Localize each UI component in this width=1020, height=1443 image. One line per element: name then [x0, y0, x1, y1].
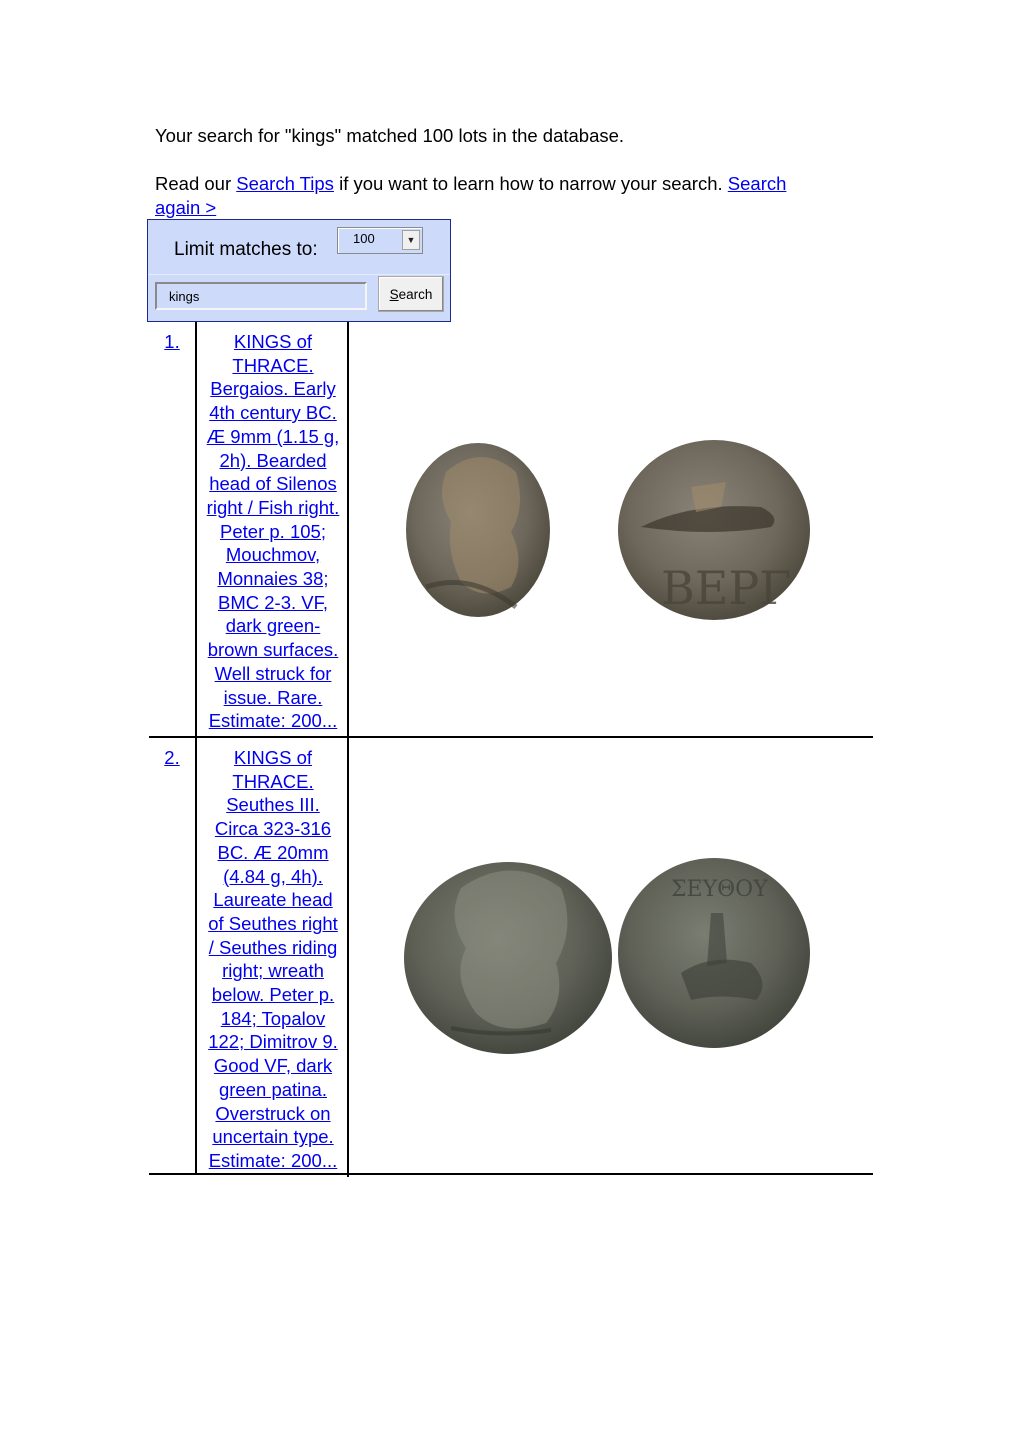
description-line: Good VF, dark	[213, 1055, 333, 1077]
description-line: Circa 323-316	[214, 818, 332, 840]
description-line: of Seuthes right	[208, 912, 338, 934]
description-line: THRACE.	[232, 354, 314, 376]
description-line: Monnaies 38;	[217, 568, 329, 590]
lot-number-cell: 1.	[149, 322, 197, 736]
description-line: below. Peter p.	[211, 984, 335, 1006]
description-line: Seuthes III.	[226, 794, 320, 816]
description-line: 184; Topalov	[220, 1007, 326, 1029]
table-row: 2. KINGS of THRACE. Seuthes III. Circa 323-…	[149, 738, 873, 1177]
lot-description-cell: KINGS of THRACE. Bergaios. Early 4th centur…	[199, 322, 349, 737]
coin-obverse-silenos-head-icon	[406, 443, 550, 617]
results-table: 1. KINGS of THRACE. Bergaios. Early 4th cen…	[149, 322, 873, 1177]
description-line: Estimate: 200...	[208, 710, 338, 732]
coin-reverse-fish-icon: ΒΕΡΓ	[618, 440, 810, 620]
description-line: issue. Rare.	[223, 686, 323, 708]
search-button-accel: S	[389, 286, 399, 302]
description-line: right / Fish right.	[206, 496, 340, 518]
lot-number-link[interactable]: 1.	[164, 331, 179, 352]
table-row: 1. KINGS of THRACE. Bergaios. Early 4th cen…	[149, 322, 873, 738]
limit-matches-select[interactable]: 100 ▼	[337, 227, 423, 254]
description-line: Well struck for	[214, 662, 332, 684]
search-button[interactable]: Search	[378, 276, 444, 312]
search-again-text-1: Search	[727, 173, 787, 194]
lot-image-cell: ΣΕΥΘΟΥ	[351, 738, 873, 1173]
lot-description-cell: KINGS of THRACE. Seuthes III. Circa 323-316…	[199, 738, 349, 1177]
description-line: green patina.	[218, 1078, 327, 1100]
lot-description-link[interactable]: KINGS of THRACE. Bergaios. Early 4th centur…	[199, 330, 347, 733]
description-line: Æ 9mm (1.15 g,	[206, 425, 340, 447]
description-line: dark green-	[225, 615, 321, 637]
limit-matches-value: 100	[353, 231, 375, 246]
tips-middle: if you want to learn how to narrow your …	[333, 173, 728, 194]
description-line: Mouchmov,	[225, 544, 321, 566]
search-button-label: earch	[398, 286, 433, 302]
description-line: Estimate: 200...	[208, 1149, 338, 1171]
lot-image[interactable]: ΣΕΥΘΟΥ	[351, 738, 873, 1171]
description-line: right; wreath	[222, 960, 324, 982]
description-line: BMC 2-3. VF,	[218, 591, 328, 613]
coin-legend: ΒΕΡΓ	[661, 561, 791, 615]
description-line: 2h). Bearded	[219, 449, 327, 471]
search-again-text-2: again >	[155, 197, 217, 218]
search-tips-link[interactable]: Search Tips	[236, 173, 334, 194]
chevron-down-icon[interactable]: ▼	[402, 230, 420, 250]
description-line: KINGS of	[233, 747, 313, 768]
panel-divider	[148, 274, 450, 275]
search-input[interactable]	[155, 282, 367, 310]
coin-reverse-horseman-icon: ΣΕΥΘΟΥ	[618, 858, 810, 1048]
description-line: THRACE.	[232, 770, 314, 792]
description-line: Peter p. 105;	[220, 520, 326, 542]
search-tips-line: Read our Search Tips if you want to lear…	[155, 172, 875, 220]
coin-obverse-seuthes-head-icon	[404, 862, 612, 1054]
lot-number-link[interactable]: 2.	[164, 747, 179, 768]
tips-prefix: Read our	[155, 173, 237, 194]
limit-matches-label: Limit matches to:	[174, 239, 318, 260]
lot-description-link[interactable]: KINGS of THRACE. Seuthes III. Circa 323-316…	[199, 746, 347, 1173]
description-line: / Seuthes riding	[208, 936, 338, 958]
description-line: 122; Dimitrov 9.	[208, 1031, 338, 1053]
lot-number-cell: 2.	[149, 738, 197, 1173]
description-line: KINGS of	[233, 331, 313, 352]
description-line: uncertain type.	[212, 1126, 334, 1148]
search-panel: Limit matches to: 100 ▼ Search	[147, 219, 451, 322]
description-line: brown surfaces.	[207, 639, 339, 661]
description-line: BC. Æ 20mm	[217, 841, 329, 863]
description-line: Laureate head	[213, 889, 333, 911]
lot-image-cell: ΒΕΡΓ	[351, 322, 873, 736]
search-summary: Your search for "kings" matched 100 lots…	[155, 125, 625, 146]
coin-legend: ΣΕΥΘΟΥ	[671, 877, 768, 902]
description-line: Overstruck on	[215, 1102, 331, 1124]
description-line: (4.84 g, 4h).	[223, 865, 323, 887]
lot-image[interactable]: ΒΕΡΓ	[351, 322, 873, 734]
description-line: head of Silenos	[209, 473, 337, 495]
description-line: 4th century BC.	[209, 402, 337, 424]
description-line: Bergaios. Early	[210, 378, 336, 400]
